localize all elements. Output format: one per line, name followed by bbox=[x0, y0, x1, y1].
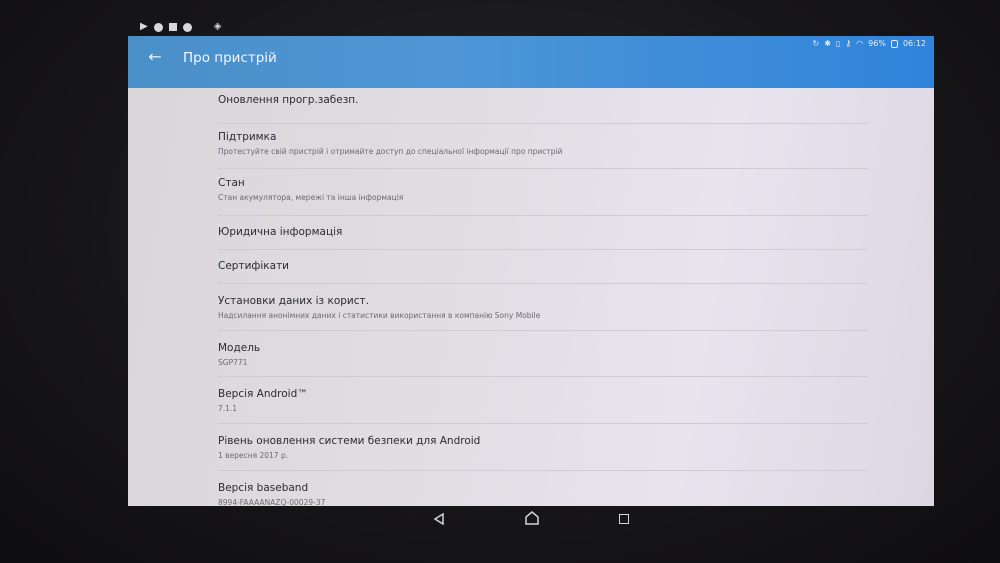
home-icon bbox=[525, 510, 539, 525]
settings-list: Оновлення прогр.забезп. Підтримка Протес… bbox=[218, 88, 868, 506]
list-item-subtitle: 8994-FAAAANAZQ-00029-37 bbox=[218, 498, 326, 506]
clock: 06:12 bbox=[902, 39, 926, 48]
nfc-icon: ◈ bbox=[213, 21, 222, 32]
list-item-model: Модель SGP771 bbox=[218, 331, 868, 377]
notification-icons: ▶ ◈ bbox=[140, 20, 221, 34]
triangle-back-icon bbox=[433, 512, 444, 525]
key-icon: ⚷ bbox=[845, 39, 852, 48]
nav-back-button[interactable] bbox=[433, 510, 445, 529]
list-item-baseband: Версія baseband 8994-FAAAANAZQ-00029-37 bbox=[218, 471, 868, 506]
arrow-left-icon: ← bbox=[148, 47, 162, 66]
sync-icon: ↻ bbox=[812, 39, 820, 48]
list-item-title: Юридична інформація bbox=[218, 226, 343, 238]
square-notification-icon bbox=[168, 23, 177, 31]
battery-percent: 96% bbox=[868, 39, 886, 48]
list-item-title: Установки даних із корист. bbox=[218, 295, 369, 307]
list-item-title: Версія Android™ bbox=[218, 388, 308, 400]
list-item-usage-data[interactable]: Установки даних із корист. Надсилання ан… bbox=[218, 284, 868, 331]
list-item-title: Рівень оновлення системи безпеки для And… bbox=[218, 435, 481, 447]
back-button[interactable]: ← bbox=[142, 48, 168, 68]
list-item-subtitle: Протестуйте свій пристрій і отримайте до… bbox=[218, 147, 563, 156]
circle-notification-icon bbox=[153, 22, 163, 32]
square-recent-icon bbox=[619, 514, 629, 524]
wifi-icon: ◠ bbox=[856, 39, 864, 48]
list-item-title: Модель bbox=[218, 342, 261, 354]
play-icon: ▶ bbox=[140, 21, 148, 32]
list-item-support[interactable]: Підтримка Протестуйте свій пристрій і от… bbox=[218, 124, 868, 169]
screen: ↻ ✱ ▯ ⚷ ◠ 96% 06:12 ← Про пристрій Оновл… bbox=[128, 36, 934, 506]
page-title: Про пристрій bbox=[183, 50, 277, 66]
status-bar: ↻ ✱ ▯ ⚷ ◠ 96% 06:12 bbox=[813, 39, 927, 48]
app-bar: ↻ ✱ ▯ ⚷ ◠ 96% 06:12 ← Про пристрій bbox=[128, 36, 934, 88]
nav-recent-button[interactable] bbox=[619, 514, 629, 524]
list-item-subtitle: 7.1.1 bbox=[218, 404, 238, 413]
list-item-subtitle: 1 вересня 2017 р. bbox=[218, 451, 289, 460]
list-item-title: Сертифікати bbox=[218, 260, 290, 272]
smiley-notification-icon bbox=[182, 22, 192, 32]
list-item-title: Стан bbox=[218, 177, 245, 189]
nav-home-button[interactable] bbox=[525, 510, 539, 529]
list-item-subtitle: Стан акумулятора, мережі та інша інформа… bbox=[218, 193, 404, 202]
vibrate-icon: ▯ bbox=[835, 39, 841, 48]
list-item-android-version[interactable]: Версія Android™ 7.1.1 bbox=[218, 377, 868, 424]
navigation-bar bbox=[128, 506, 934, 532]
list-item-title: Оновлення прогр.забезп. bbox=[218, 94, 359, 106]
battery-icon bbox=[890, 39, 898, 48]
list-item-software-update[interactable]: Оновлення прогр.забезп. bbox=[218, 88, 868, 124]
list-item-legal-info[interactable]: Юридична інформація bbox=[218, 216, 868, 250]
list-item-title: Версія baseband bbox=[218, 482, 309, 494]
list-item-security-patch: Рівень оновлення системи безпеки для And… bbox=[218, 424, 868, 471]
bluetooth-icon: ✱ bbox=[824, 39, 831, 48]
list-item-subtitle: SGP771 bbox=[218, 358, 248, 367]
list-item-status[interactable]: Стан Стан акумулятора, мережі та інша ін… bbox=[218, 169, 868, 216]
list-item-subtitle: Надсилання анонімних даних і статистики … bbox=[218, 311, 541, 320]
list-item-title: Підтримка bbox=[218, 131, 277, 143]
list-item-certificates[interactable]: Сертифікати bbox=[218, 250, 868, 284]
